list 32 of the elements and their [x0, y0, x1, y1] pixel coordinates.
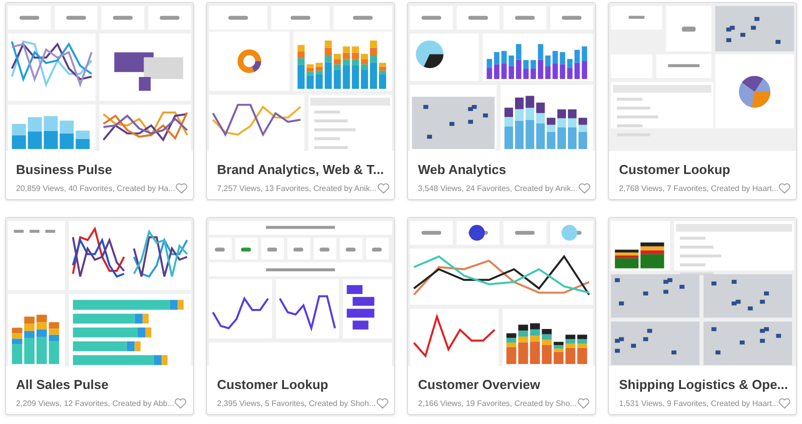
dashboard-stats: 7,257 Views, 13 Favorites, Created by Anik... — [217, 184, 376, 193]
dashboard-card[interactable]: Customer Lookup 2,395 Views, 5 Favorites, Created by Shoh... — [206, 217, 395, 415]
dashboard-title[interactable]: All Sales Pulse — [16, 376, 108, 393]
dashboard-stats: 2,166 Views, 19 Favorites, Created by Sho... — [418, 399, 577, 408]
heart-icon[interactable] — [778, 183, 792, 194]
heart-icon[interactable] — [576, 398, 590, 409]
dashboard-stats: 2,395 Views, 5 Favorites, Created by Shoh... — [217, 399, 376, 408]
dashboard-stats: 20,859 Views, 40 Favorites, Created by Ha... — [16, 184, 176, 193]
heart-icon[interactable] — [778, 398, 792, 409]
dashboard-card[interactable]: Business Pulse 20,859 Views, 40 Favorites, Created by Ha... — [5, 2, 194, 200]
heart-icon[interactable] — [174, 398, 188, 409]
heart-icon[interactable] — [175, 183, 188, 194]
dashboard-stats: 1,531 Views, 9 Favorites, Created by Haart... — [619, 399, 778, 408]
dashboard-stats: 2,768 Views, 7 Favorites, Created by Haart... — [619, 184, 778, 193]
dashboard-title[interactable]: Customer Lookup — [619, 161, 730, 178]
dashboard-card[interactable]: Customer Overview 2,166 Views, 19 Favorites, Created by Sho... — [407, 217, 596, 415]
dashboard-card[interactable]: All Sales Pulse 2,209 Views, 12 Favorites, Created by Abb... — [5, 217, 194, 415]
dashboard-title[interactable]: Web Analytics — [418, 161, 506, 178]
dashboard-card[interactable]: Shipping Logistics & Ope... 1,531 Views, 9 Favorites, Created by Haart... — [608, 217, 797, 415]
dashboard-title[interactable]: Business Pulse — [16, 161, 112, 178]
dashboard-stats: 3,548 Views, 24 Favorites, Created by Anik... — [418, 184, 578, 193]
dashboard-card[interactable]: Web Analytics 3,548 Views, 24 Favorites, Created by Anik... — [407, 2, 596, 200]
heart-icon[interactable] — [376, 183, 390, 194]
dashboard-card[interactable]: Customer Lookup 2,768 Views, 7 Favorites, Created by Haart... — [608, 2, 797, 200]
dashboard-title[interactable]: Shipping Logistics & Ope... — [619, 376, 788, 393]
dashboard-title[interactable]: Brand Analytics, Web & T... — [217, 161, 384, 178]
dashboard-title[interactable]: Customer Lookup — [217, 376, 328, 393]
heart-icon[interactable] — [578, 183, 590, 194]
heart-icon[interactable] — [376, 398, 389, 409]
dashboard-stats: 2,209 Views, 12 Favorites, Created by Abb... — [16, 399, 174, 408]
dashboard-card[interactable]: Brand Analytics, Web & T... 7,257 Views, 13 Favorites, Created by Anik... — [206, 2, 395, 200]
dashboard-title[interactable]: Customer Overview — [418, 376, 540, 393]
